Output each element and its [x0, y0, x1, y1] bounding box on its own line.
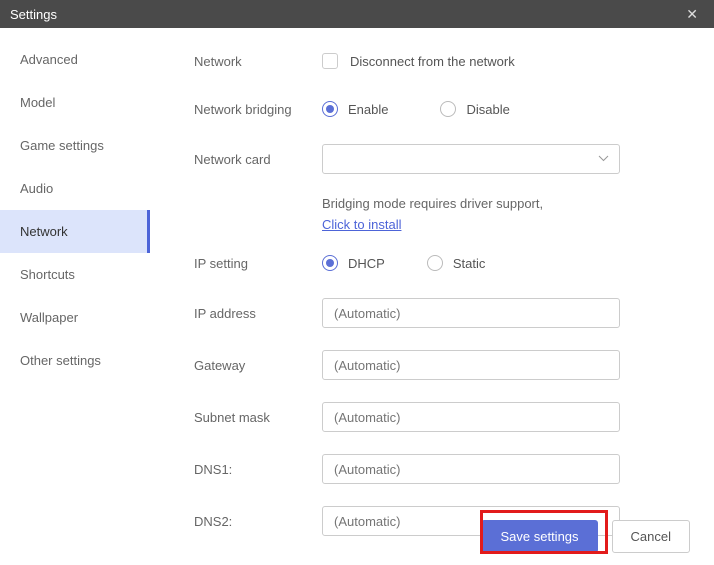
dhcp-label: DHCP: [348, 256, 385, 271]
save-button[interactable]: Save settings: [481, 520, 597, 553]
main-container: Advanced Model Game settings Audio Netwo…: [0, 28, 714, 508]
subnet-label: Subnet mask: [194, 410, 322, 425]
row-ip-address: IP address: [194, 298, 678, 328]
radio-icon: [322, 101, 338, 117]
radio-icon: [427, 255, 443, 271]
checkbox-icon: [322, 53, 338, 69]
content-panel: Network Disconnect from the network Netw…: [150, 28, 714, 508]
chevron-down-icon: [598, 153, 609, 165]
row-network: Network Disconnect from the network: [194, 48, 678, 74]
enable-label: Enable: [348, 102, 388, 117]
bridging-enable-radio[interactable]: Enable: [322, 101, 388, 117]
radio-icon: [322, 255, 338, 271]
sidebar-item-wallpaper[interactable]: Wallpaper: [0, 296, 150, 339]
subnet-input[interactable]: [322, 402, 620, 432]
dns2-label: DNS2:: [194, 514, 322, 529]
sidebar: Advanced Model Game settings Audio Netwo…: [0, 28, 150, 508]
dhcp-radio[interactable]: DHCP: [322, 255, 385, 271]
close-icon[interactable]: ✕: [680, 4, 704, 25]
gateway-input[interactable]: [322, 350, 620, 380]
row-subnet: Subnet mask: [194, 402, 678, 432]
disable-label: Disable: [466, 102, 509, 117]
sidebar-item-game-settings[interactable]: Game settings: [0, 124, 150, 167]
bridging-label: Network bridging: [194, 102, 322, 117]
row-info: Bridging mode requires driver support, C…: [194, 196, 678, 232]
bridging-info-text: Bridging mode requires driver support,: [322, 196, 678, 211]
cancel-button[interactable]: Cancel: [612, 520, 690, 553]
card-label: Network card: [194, 152, 322, 167]
dns1-input[interactable]: [322, 454, 620, 484]
static-radio[interactable]: Static: [427, 255, 486, 271]
window-title: Settings: [10, 7, 57, 22]
row-ip-setting: IP setting DHCP Static: [194, 250, 678, 276]
sidebar-item-other-settings[interactable]: Other settings: [0, 339, 150, 382]
dns1-label: DNS1:: [194, 462, 322, 477]
install-link[interactable]: Click to install: [322, 217, 401, 232]
disconnect-checkbox[interactable]: Disconnect from the network: [322, 53, 515, 69]
disconnect-label: Disconnect from the network: [350, 54, 515, 69]
row-dns1: DNS1:: [194, 454, 678, 484]
sidebar-item-audio[interactable]: Audio: [0, 167, 150, 210]
row-gateway: Gateway: [194, 350, 678, 380]
network-card-select[interactable]: [322, 144, 620, 174]
row-dns2: DNS2:: [194, 506, 678, 536]
bridging-disable-radio[interactable]: Disable: [440, 101, 509, 117]
sidebar-item-network[interactable]: Network: [0, 210, 150, 253]
ip-address-label: IP address: [194, 306, 322, 321]
sidebar-item-shortcuts[interactable]: Shortcuts: [0, 253, 150, 296]
sidebar-item-model[interactable]: Model: [0, 81, 150, 124]
ip-setting-label: IP setting: [194, 256, 322, 271]
ip-address-input[interactable]: [322, 298, 620, 328]
radio-icon: [440, 101, 456, 117]
gateway-label: Gateway: [194, 358, 322, 373]
network-label: Network: [194, 54, 322, 69]
static-label: Static: [453, 256, 486, 271]
titlebar: Settings ✕: [0, 0, 714, 28]
sidebar-item-advanced[interactable]: Advanced: [0, 38, 150, 81]
row-card: Network card: [194, 144, 678, 174]
row-bridging: Network bridging Enable Disable: [194, 96, 678, 122]
